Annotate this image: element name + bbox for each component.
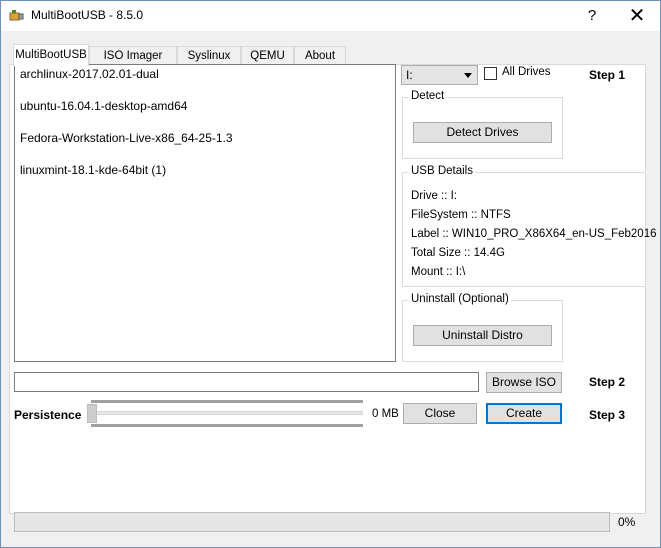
title-bar: MultiBootUSB - 8.5.0 ? ✕	[1, 1, 660, 31]
step-3-label: Step 3	[589, 408, 626, 422]
uninstall-group-title: Uninstall (Optional)	[409, 293, 511, 305]
list-item[interactable]: ubuntu-16.04.1-desktop-amd64	[20, 99, 187, 113]
uninstall-group: Uninstall (Optional) Uninstall Distro	[402, 293, 563, 362]
chevron-down-icon	[464, 73, 472, 78]
usb-app-icon	[9, 10, 24, 21]
list-item[interactable]: archlinux-2017.02.01-dual	[20, 67, 159, 81]
mount-detail: Mount :: I:\	[411, 266, 466, 278]
tab-multibootusb[interactable]: MultiBootUSB	[13, 44, 89, 66]
close-window-button[interactable]: ✕	[617, 1, 657, 31]
progress-percent: 0%	[618, 515, 636, 529]
filesystem-detail: FileSystem :: NTFS	[411, 209, 511, 221]
uninstall-distro-button[interactable]: Uninstall Distro	[413, 325, 552, 346]
all-drives-checkbox[interactable]	[484, 67, 497, 80]
client-area: MultiBootUSB ISO Imager Syslinux QEMU Ab…	[1, 31, 660, 547]
detect-group: Detect Detect Drives	[402, 90, 563, 159]
drive-select-value: I:	[406, 68, 413, 82]
tab-qemu[interactable]: QEMU	[241, 46, 294, 65]
tab-label: QEMU	[250, 50, 285, 62]
detect-group-title: Detect	[409, 90, 447, 102]
total-size-detail: Total Size :: 14.4G	[411, 247, 505, 259]
tab-label: MultiBootUSB	[15, 49, 87, 61]
close-button[interactable]: Close	[403, 403, 477, 424]
slider-tick-bar-bottom	[91, 424, 363, 427]
list-item[interactable]: linuxmint-18.1-kde-64bit (1)	[20, 163, 166, 177]
usb-details-title: USB Details	[409, 165, 475, 177]
iso-path-input[interactable]	[14, 372, 479, 392]
all-drives-label: All Drives	[502, 66, 551, 78]
list-item[interactable]: Fedora-Workstation-Live-x86_64-25-1.3	[20, 131, 233, 145]
persistence-slider-thumb[interactable]	[87, 404, 97, 423]
distro-list[interactable]: archlinux-2017.02.01-dual ubuntu-16.04.1…	[14, 64, 396, 362]
drive-detail: Drive :: I:	[411, 190, 458, 202]
tab-label: About	[304, 50, 336, 62]
window-title: MultiBootUSB - 8.5.0	[31, 8, 144, 22]
detect-drives-button[interactable]: Detect Drives	[413, 122, 552, 143]
progress-bar	[14, 512, 610, 532]
drive-select[interactable]: I:	[401, 65, 478, 85]
persistence-slider[interactable]	[91, 411, 363, 415]
tab-label: ISO Imager	[103, 50, 163, 62]
tab-label: Syslinux	[187, 50, 231, 62]
main-window: MultiBootUSB - 8.5.0 ? ✕ MultiBootUSB IS…	[0, 0, 661, 548]
tab-about[interactable]: About	[294, 46, 346, 65]
help-button[interactable]: ?	[572, 1, 612, 31]
step-2-label: Step 2	[589, 375, 626, 389]
browse-iso-button[interactable]: Browse ISO	[486, 372, 562, 393]
tab-iso-imager[interactable]: ISO Imager	[89, 46, 177, 65]
usb-details-group: USB Details Drive :: I: FileSystem :: NT…	[402, 165, 657, 287]
persistence-label: Persistence	[14, 408, 82, 422]
step-1-label: Step 1	[589, 68, 626, 82]
create-button[interactable]: Create	[486, 403, 562, 424]
label-detail: Label :: WIN10_PRO_X86X64_en-US_Feb2016	[411, 228, 657, 240]
persistence-value: 0 MB	[372, 408, 399, 420]
tab-syslinux[interactable]: Syslinux	[177, 46, 241, 65]
slider-tick-bar-top	[91, 400, 363, 403]
